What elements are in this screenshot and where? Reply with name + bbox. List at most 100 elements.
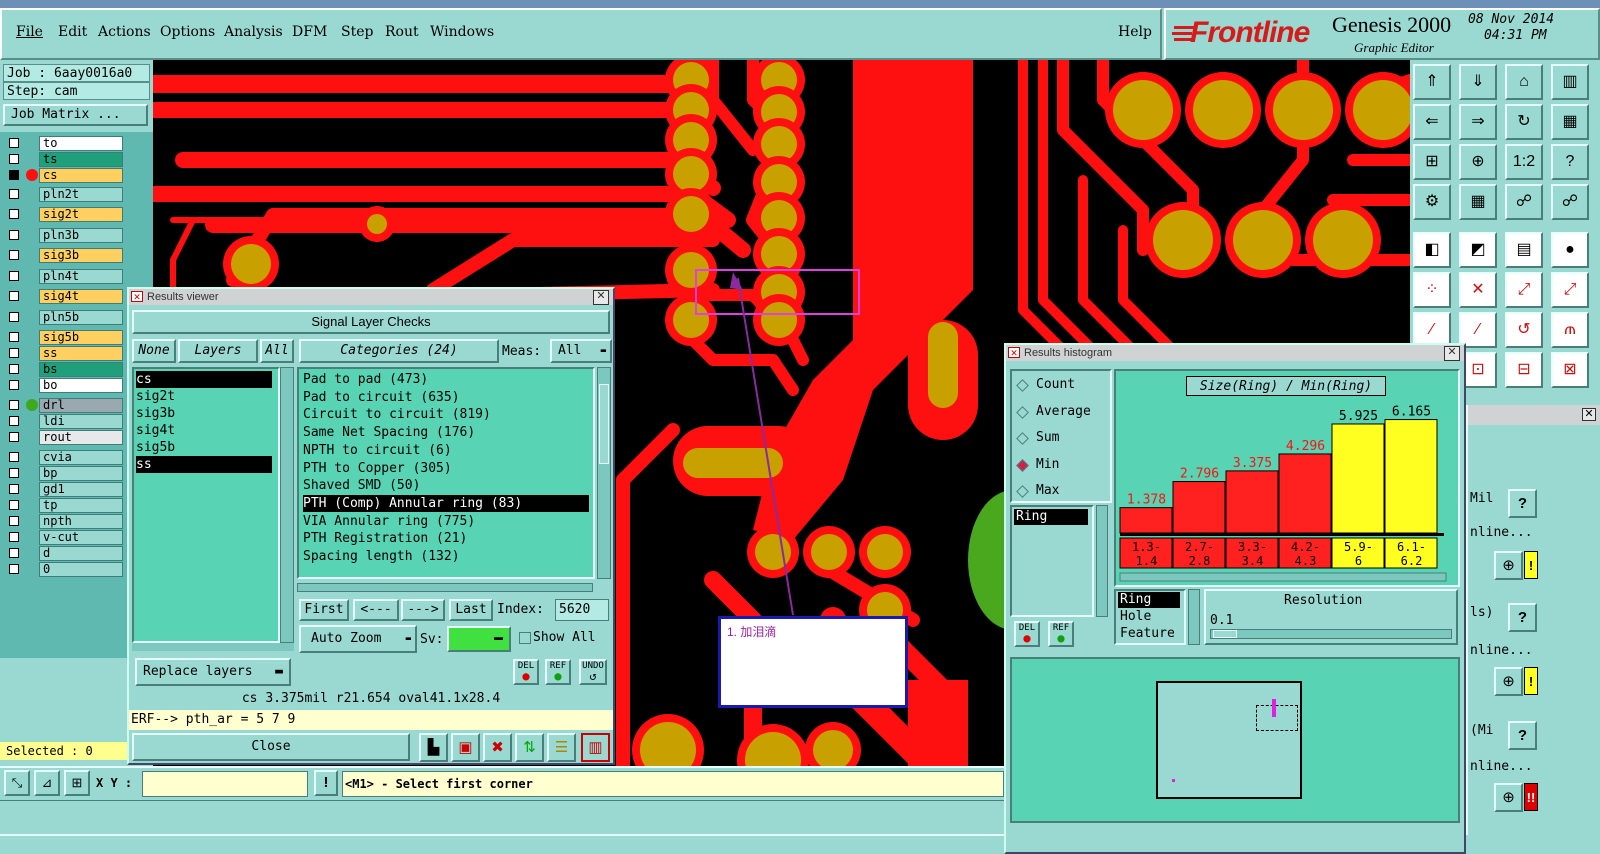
auto-zoom-dropdown[interactable]: Auto Zoom ▬ (299, 625, 417, 653)
category-item[interactable]: Circuit to circuit (819) (303, 406, 589, 423)
layer-row-pln2t[interactable]: pln2t (6, 187, 123, 202)
side-zoom-icon-1[interactable]: ⊕ (1494, 551, 1523, 580)
histogram-type-item[interactable]: Hole (1118, 609, 1180, 625)
tool-select-frame-icon[interactable]: ◩ (1459, 232, 1497, 268)
tool-nodes-icon[interactable]: ⁘ (1413, 272, 1451, 308)
tool-dot-icon[interactable]: ● (1551, 232, 1589, 268)
radio-diamond-icon[interactable] (1016, 405, 1029, 419)
layer-checkbox[interactable] (9, 484, 19, 494)
notes-icon-button[interactable]: ☰ (547, 733, 576, 762)
side-online-1[interactable]: nline... (1470, 525, 1533, 540)
category-item[interactable]: Pad to pad (473) (303, 371, 589, 388)
side-online-2[interactable]: nline... (1470, 643, 1533, 658)
layer-checkbox[interactable] (9, 332, 19, 342)
index-input[interactable]: 5620 (555, 599, 609, 621)
histogram-icon-button[interactable]: ▙ (419, 733, 448, 762)
layer-name[interactable]: drl (39, 398, 123, 413)
layer-checkbox[interactable] (9, 548, 19, 558)
all-layers-button[interactable]: All (260, 339, 294, 363)
none-button[interactable]: None (132, 339, 176, 363)
layer-checkbox[interactable] (9, 189, 19, 199)
layer-name[interactable]: d (39, 546, 123, 561)
layer-row-drl[interactable]: drl (6, 398, 123, 413)
category-item[interactable]: Pad to circuit (635) (303, 389, 589, 406)
category-item[interactable]: PTH (Comp) Annular ring (83) (303, 494, 589, 512)
layer-name[interactable]: pln2t (39, 187, 123, 202)
layer-checkbox[interactable] (9, 500, 19, 510)
tool-zoom-center-icon[interactable]: ⊕ (1459, 144, 1497, 180)
tool-grid-icon[interactable]: ▦ (1459, 184, 1497, 220)
layer-checkbox[interactable] (9, 230, 19, 240)
layer-checkbox[interactable] (9, 416, 19, 426)
alert-icon[interactable]: ! (314, 770, 338, 796)
meas-dropdown[interactable]: All ▬ (550, 339, 612, 363)
tool-move-right-icon[interactable]: ⇒ (1459, 104, 1497, 140)
layer-checkbox[interactable] (9, 312, 19, 322)
chart-icon-button[interactable]: ▥ (581, 733, 610, 762)
layer-row-ts[interactable]: ts (6, 152, 123, 167)
layer-row-npth[interactable]: npth (6, 514, 123, 529)
layer-row-ss[interactable]: ss (6, 346, 123, 361)
category-item[interactable]: PTH to Copper (305) (303, 460, 589, 477)
side-help-button-3[interactable]: ? (1508, 721, 1537, 750)
measure-icon[interactable]: ⊿ (34, 770, 60, 796)
signal-layer-checks-heading[interactable]: Signal Layer Checks (132, 310, 610, 334)
report-icon-button[interactable]: ▣ (451, 733, 480, 762)
xy-input[interactable] (142, 771, 308, 797)
histogram-window-menu-icon[interactable]: ✕ (1008, 347, 1020, 358)
tool-move-left-icon[interactable]: ⇐ (1413, 104, 1451, 140)
layers-button[interactable]: Layers (178, 339, 258, 363)
radio-diamond-icon[interactable] (1016, 485, 1029, 498)
side-help-button-1[interactable]: ? (1508, 489, 1537, 518)
type-list-scrollbar[interactable] (1188, 589, 1200, 645)
layer-row-rout[interactable]: rout (6, 430, 123, 445)
tool-cross-icon[interactable]: ✕ (1459, 272, 1497, 308)
layer-name[interactable]: sig5b (39, 330, 123, 345)
tool-move-down-icon[interactable]: ⇓ (1459, 64, 1497, 100)
results-viewer-titlebar[interactable]: ✕ Results viewer ✕ (129, 289, 613, 305)
layer-checkbox[interactable] (9, 291, 19, 301)
layers-scrollbar[interactable] (280, 367, 294, 643)
radio-diamond-icon[interactable] (1016, 458, 1029, 472)
category-item[interactable]: Same Net Spacing (176) (303, 424, 589, 441)
tool-move-up-icon[interactable]: ⇑ (1413, 64, 1451, 100)
aggregate-option-count[interactable]: Count (1016, 377, 1110, 397)
layer-row-pln3b[interactable]: pln3b (6, 228, 123, 243)
menu-help[interactable]: Help (1118, 24, 1152, 40)
categories-list[interactable]: Pad to pad (473) Pad to circuit (635) Circ… (297, 367, 595, 579)
window-menu-icon[interactable]: ✕ (131, 291, 143, 302)
layer-checkbox[interactable] (9, 400, 19, 410)
layer-row-sig3b[interactable]: sig3b (6, 248, 123, 263)
layer-name[interactable]: bp (39, 466, 123, 481)
tool-connect-b-icon[interactable]: ⤢ (1551, 272, 1589, 308)
category-item[interactable]: NPTH to circuit (6) (303, 442, 589, 459)
tool-select-icon[interactable]: ◧ (1413, 232, 1451, 268)
category-item[interactable]: PTH Registration (21) (303, 530, 589, 547)
del-button[interactable]: DEL ● (513, 659, 539, 685)
layer-row-bo[interactable]: bo (6, 378, 123, 393)
layer-name[interactable]: bs (39, 362, 123, 377)
layer-checkbox[interactable] (9, 532, 19, 542)
layer-row-tp[interactable]: tp (6, 498, 123, 513)
layer-row-sig4t[interactable]: sig4t (6, 289, 123, 304)
category-item[interactable]: Shaved SMD (50) (303, 477, 589, 494)
undo-button[interactable]: UNDO ↺ (579, 659, 607, 685)
side-zoom-icon-2[interactable]: ⊕ (1494, 667, 1523, 696)
layer-list-item[interactable]: ss (136, 456, 272, 473)
layer-checkbox[interactable] (9, 271, 19, 281)
tool-fill-icon[interactable]: ⫙ (1551, 312, 1589, 348)
field-list-scrollbar[interactable] (1096, 505, 1108, 617)
layer-name[interactable]: to (39, 136, 123, 151)
resolution-slider[interactable] (1210, 629, 1452, 639)
tool-snap-a-icon[interactable]: ☍ (1505, 184, 1543, 220)
menu-options[interactable]: Options (160, 24, 215, 40)
layer-checkbox[interactable] (9, 432, 19, 442)
histogram-type-item[interactable]: Ring (1118, 592, 1180, 608)
layer-list-item[interactable]: sig3b (136, 405, 272, 422)
side-help-button-2[interactable]: ? (1508, 603, 1537, 632)
layers-hscrollbar[interactable] (132, 643, 294, 651)
layer-row-sig5b[interactable]: sig5b (6, 330, 123, 345)
tool-draw-c-icon[interactable]: ⊟ (1505, 352, 1543, 388)
side-zoom-icon-3[interactable]: ⊕ (1494, 783, 1523, 812)
layer-name[interactable]: ss (39, 346, 123, 361)
